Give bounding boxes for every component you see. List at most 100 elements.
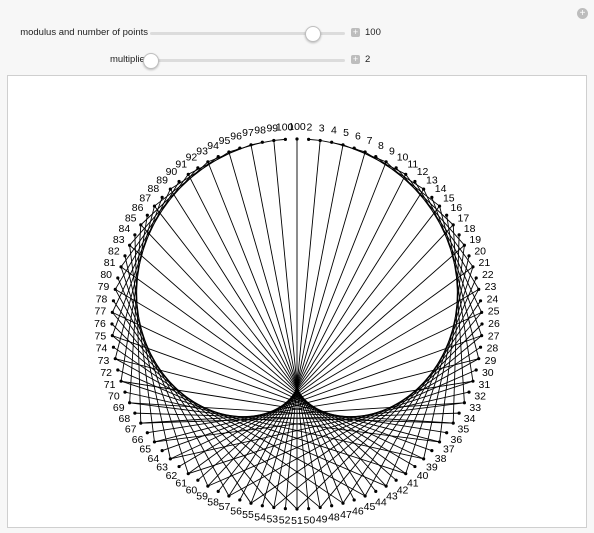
point-label: 20: [474, 245, 486, 257]
circle-point: [457, 411, 461, 415]
point-label: 80: [100, 269, 112, 281]
point-label: 96: [230, 131, 242, 143]
circle-point: [437, 204, 442, 208]
circle-point: [430, 195, 434, 199]
circle-point: [318, 505, 322, 510]
circle-point: [471, 265, 475, 269]
chord-line: [111, 323, 298, 510]
point-label: 29: [485, 355, 497, 367]
point-label: 60: [186, 484, 198, 496]
circle-point: [413, 464, 417, 469]
point-label: 76: [94, 318, 106, 330]
circle-point: [113, 357, 117, 361]
point-label: 51: [291, 515, 303, 527]
circle-point: [413, 179, 417, 184]
point-label: 85: [125, 212, 137, 224]
point-label: 57: [219, 501, 231, 513]
point-label: 97: [242, 127, 254, 139]
circle-point: [462, 243, 466, 247]
chord-line: [364, 289, 480, 497]
circle-point: [110, 310, 114, 314]
circle-point: [168, 457, 172, 461]
modulus-slider[interactable]: [150, 26, 345, 42]
circle-point: [445, 431, 449, 435]
point-label: 46: [352, 505, 364, 517]
circle-point: [480, 334, 484, 338]
circle-point: [477, 357, 481, 361]
chord-line: [273, 138, 286, 141]
multiplier-slider-thumb[interactable]: [143, 53, 159, 69]
point-label: 50: [304, 515, 316, 527]
point-label: 28: [487, 343, 499, 355]
circle-point: [477, 287, 481, 291]
multiplier-slider[interactable]: [143, 53, 345, 69]
circle-point: [451, 223, 455, 227]
circle-point: [116, 276, 120, 280]
chord-line: [114, 289, 230, 497]
point-label: 5: [343, 127, 349, 139]
reset-icon[interactable]: +: [577, 8, 588, 19]
chord-line: [228, 188, 425, 497]
chord-line: [115, 288, 416, 467]
point-label: 59: [196, 491, 208, 503]
modulus-plus-icon[interactable]: +: [351, 28, 360, 37]
point-label: 79: [98, 281, 110, 293]
point-label: 94: [207, 140, 219, 152]
point-label: 8: [378, 140, 384, 152]
multiplier-plus-icon[interactable]: +: [351, 55, 360, 64]
point-label: 98: [254, 124, 266, 136]
circle-point: [160, 195, 164, 199]
point-label: 55: [242, 509, 254, 521]
circle-point: [110, 322, 114, 326]
circle-point: [457, 233, 461, 237]
circle-point: [467, 390, 471, 394]
circle-point: [451, 421, 455, 425]
chord-line: [342, 300, 481, 504]
point-label: 74: [96, 343, 108, 355]
circle-point: [216, 155, 220, 159]
point-label: 52: [279, 515, 291, 527]
point-label: 95: [219, 135, 231, 147]
modulus-label: modulus and number of points: [20, 27, 148, 38]
circle-point: [206, 160, 210, 164]
chord-line: [124, 391, 424, 460]
point-label: 67: [125, 424, 137, 436]
point-label: 7: [367, 135, 373, 147]
point-label: 68: [119, 413, 131, 425]
point-label: 26: [488, 318, 500, 330]
circle-point: [445, 213, 449, 217]
point-label: 42: [397, 484, 409, 496]
chord-line: [140, 224, 387, 487]
circle-point: [404, 172, 408, 176]
circle-point: [352, 498, 356, 502]
point-label: 75: [95, 330, 107, 342]
point-label: 73: [98, 355, 110, 367]
circle-point: [394, 478, 398, 482]
circle-point: [363, 494, 367, 498]
circle-point: [238, 146, 242, 150]
circle-point: [110, 334, 114, 338]
circle-point: [404, 472, 408, 476]
chord-line: [178, 288, 479, 467]
circle-point: [467, 254, 471, 258]
point-label: 4: [331, 124, 337, 136]
modulus-slider-thumb[interactable]: [304, 26, 321, 42]
chord-line: [169, 188, 366, 497]
circle-point: [116, 368, 120, 372]
circle-point: [128, 243, 132, 247]
circle-point: [133, 411, 137, 415]
circle-point: [260, 140, 264, 144]
point-label: 24: [487, 293, 499, 305]
circle-point: [474, 276, 478, 280]
point-label: 81: [104, 257, 116, 269]
circle-point: [168, 187, 172, 191]
circle-point: [307, 137, 311, 141]
point-label: 9: [389, 145, 395, 157]
circle-point: [152, 204, 157, 208]
circle-point: [295, 507, 299, 511]
point-label: 6: [355, 131, 361, 143]
circle-point: [186, 472, 190, 476]
point-label: 66: [132, 434, 144, 446]
circle-point: [249, 143, 253, 147]
circle-point: [123, 254, 127, 258]
